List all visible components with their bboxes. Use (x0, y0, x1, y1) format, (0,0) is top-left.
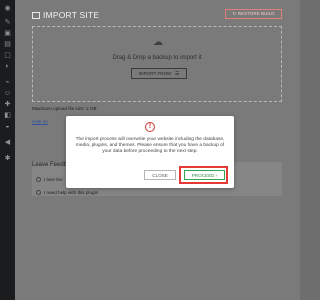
proceed-button[interactable]: PROCEED › (184, 170, 225, 180)
feedback-option-2: I need help with this plugin (44, 190, 99, 195)
warning-icon: ! (145, 122, 155, 132)
confirm-dialog: ! The import process will overwrite your… (66, 116, 234, 188)
import-from-button[interactable]: IMPORT FROM ☰ (131, 68, 187, 79)
admin-sidebar: ◉ ✎ ▣ ▤ ▢ ◐ ⌁ ☺ ✚ ◧ ◒ ◀ ✱ (0, 0, 15, 300)
feedback-radio-1[interactable] (36, 177, 41, 182)
comments-icon[interactable]: ▢ (3, 52, 12, 59)
restore-build-button[interactable]: ↻ RESTORE BUILD (225, 9, 282, 19)
collapse-icon[interactable]: ◀ (3, 139, 12, 146)
users-icon[interactable]: ☺ (3, 90, 12, 97)
import-from-label: IMPORT FROM (138, 71, 172, 76)
pages-icon[interactable]: ▤ (3, 41, 12, 48)
settings-icon[interactable]: ◧ (3, 112, 12, 119)
dashboard-icon[interactable]: ◉ (3, 5, 12, 12)
dialog-message: The import process will overwrite your w… (75, 137, 225, 154)
feedback-radio-2[interactable] (36, 190, 41, 195)
pin-icon[interactable]: ✎ (3, 19, 12, 26)
media-icon[interactable]: ▣ (3, 30, 12, 37)
tools-icon[interactable]: ✚ (3, 101, 12, 108)
backup-icon[interactable]: ◒ (3, 123, 12, 130)
plugins-icon[interactable]: ⌁ (3, 79, 12, 86)
extra-icon[interactable]: ✱ (3, 155, 12, 162)
close-button[interactable]: CLOSE (144, 170, 176, 180)
logo-icon (32, 11, 40, 19)
appearance-icon[interactable]: ◐ (3, 63, 12, 70)
page-header: IMPORT SITE (32, 10, 99, 20)
page-title: IMPORT SITE (43, 10, 100, 20)
menu-icon: ☰ (175, 70, 180, 77)
help-link[interactable]: Help on (32, 119, 48, 124)
feedback-option-1: I love the (44, 177, 63, 182)
dropzone-text: Drag & Drop a backup to import it (112, 55, 202, 61)
max-upload-size: Maximum upload file size: 2 GB (32, 106, 97, 111)
cloud-upload-icon: ☁ (153, 37, 163, 48)
